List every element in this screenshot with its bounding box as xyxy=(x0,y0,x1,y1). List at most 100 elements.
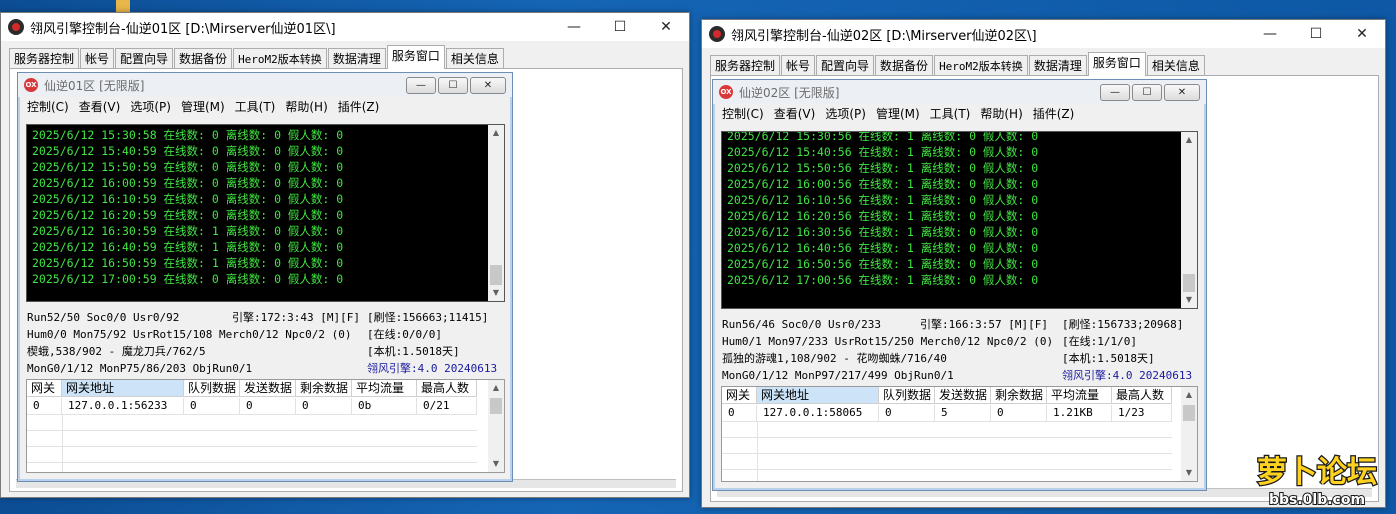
menu-options[interactable]: 选项(P) xyxy=(820,105,871,122)
tab-herom2-convert[interactable]: HeroM2版本转换 xyxy=(934,55,1028,76)
table-scrollbar[interactable]: ▲ ▼ xyxy=(1181,387,1197,481)
col-gateway[interactable]: 网关 xyxy=(722,387,757,404)
log-scrollbar[interactable]: ▲ ▼ xyxy=(488,125,504,301)
menu-help[interactable]: 帮助(H) xyxy=(975,105,1027,122)
cell-avg-traffic: 1.21KB xyxy=(1047,405,1112,421)
forum-watermark-logo: 萝卜论坛 bbs.0lb.com xyxy=(1256,454,1379,509)
log-line: 2025/6/12 17:00:56 在线数: 1 离线数: 0 假人数: 0 xyxy=(727,273,1039,287)
status-player: 孤独的游魂1,108/902 - 花吻蜘蛛/716/40 xyxy=(722,352,947,365)
gateway-table[interactable]: 网关 网关地址 队列数据 发送数据 剩余数据 平均流量 最高人数 0 127.0… xyxy=(26,379,505,473)
col-queue-data[interactable]: 队列数据 xyxy=(879,387,935,404)
grid-line xyxy=(27,414,477,415)
inner-maximize-button[interactable]: ☐ xyxy=(1132,84,1162,101)
status-hum: Hum0/0 Mon75/92 UsrRot15/108 Merch0/12 N… xyxy=(27,328,352,341)
tab-config-wizard[interactable]: 配置向导 xyxy=(115,48,174,69)
menu-tools[interactable]: 工具(T) xyxy=(230,98,281,115)
col-send-data[interactable]: 发送数据 xyxy=(935,387,991,404)
menu-plugins[interactable]: 插件(Z) xyxy=(333,98,385,115)
gateway-table[interactable]: 网关 网关地址 队列数据 发送数据 剩余数据 平均流量 最高人数 0 127.0… xyxy=(721,386,1198,482)
col-avg-traffic[interactable]: 平均流量 xyxy=(1047,387,1112,404)
status-online: [在线:1/1/0] xyxy=(1062,335,1137,348)
menu-manage[interactable]: 管理(M) xyxy=(871,105,925,122)
tab-data-cleanup[interactable]: 数据清理 xyxy=(1028,55,1087,76)
window-title: 翎风引擎控制台-仙逆02区 [D:\Mirserver仙逆02区\] xyxy=(731,28,1037,44)
menu-view[interactable]: 查看(V) xyxy=(769,105,821,122)
col-send-data[interactable]: 发送数据 xyxy=(240,380,296,397)
scroll-up-icon[interactable]: ▲ xyxy=(488,125,504,141)
minimize-button[interactable]: — xyxy=(551,13,597,41)
inner-minimize-button[interactable]: — xyxy=(1100,84,1130,101)
maximize-button[interactable]: ☐ xyxy=(597,13,643,41)
scroll-thumb[interactable] xyxy=(490,398,502,414)
col-gateway-address[interactable]: 网关地址 xyxy=(757,387,879,404)
col-max-users[interactable]: 最高人数 xyxy=(417,380,477,397)
menu-help[interactable]: 帮助(H) xyxy=(280,98,332,115)
inner-maximize-button[interactable]: ☐ xyxy=(438,77,468,94)
inner-title-bar[interactable]: OX 仙逆02区 [无限版] — ☐ ✕ xyxy=(713,80,1206,104)
scroll-down-icon[interactable]: ▼ xyxy=(488,285,504,301)
scroll-thumb[interactable] xyxy=(1183,274,1195,292)
menu-control[interactable]: 控制(C) xyxy=(717,105,769,122)
tab-data-backup[interactable]: 数据备份 xyxy=(174,48,233,69)
tab-config-wizard[interactable]: 配置向导 xyxy=(816,55,875,76)
menu-manage[interactable]: 管理(M) xyxy=(176,98,230,115)
menu-control[interactable]: 控制(C) xyxy=(22,98,74,115)
scroll-thumb[interactable] xyxy=(1183,405,1195,421)
scroll-up-icon[interactable]: ▲ xyxy=(488,380,504,396)
tab-service-window[interactable]: 服务窗口 xyxy=(1087,52,1146,76)
app-logo-icon xyxy=(8,19,24,35)
game-server-window-1[interactable]: OX 仙逆01区 [无限版] — ☐ ✕ 控制(C) 查看(V) 选项(P) 管… xyxy=(17,72,513,482)
game-server-window-2[interactable]: OX 仙逆02区 [无限版] — ☐ ✕ 控制(C) 查看(V) 选项(P) 管… xyxy=(712,79,1207,491)
col-gateway-address[interactable]: 网关地址 xyxy=(62,380,184,397)
log-console[interactable]: 2025/6/12 15:30:58 在线数: 0 离线数: 0 假人数: 0 … xyxy=(26,124,505,302)
engine-version: 翎风引擎:4.0 20240613 xyxy=(367,362,498,375)
tab-account[interactable]: 帐号 xyxy=(80,48,115,69)
scroll-thumb[interactable] xyxy=(490,265,502,285)
log-line: 2025/6/12 16:40:59 在线数: 1 离线数: 0 假人数: 0 xyxy=(32,240,344,254)
tab-account[interactable]: 帐号 xyxy=(781,55,816,76)
grid-col-line xyxy=(757,421,758,481)
col-queue-data[interactable]: 队列数据 xyxy=(184,380,240,397)
tab-server-control[interactable]: 服务器控制 xyxy=(9,48,80,69)
inner-minimize-button[interactable]: — xyxy=(406,77,436,94)
scroll-up-icon[interactable]: ▲ xyxy=(1181,132,1197,148)
tab-data-cleanup[interactable]: 数据清理 xyxy=(327,48,386,69)
status-panel: Run56/46 Soc0/0 Usr0/233 引擎:166:3:57 [M]… xyxy=(722,316,1200,386)
minimize-button[interactable]: — xyxy=(1247,20,1293,48)
tab-herom2-convert[interactable]: HeroM2版本转换 xyxy=(233,48,327,69)
log-console[interactable]: 2025/6/12 15:30:56 在线数: 1 离线数: 0 假人数: 0 … xyxy=(721,131,1198,309)
tab-server-control[interactable]: 服务器控制 xyxy=(710,55,781,76)
col-gateway[interactable]: 网关 xyxy=(27,380,62,397)
status-hum: Hum0/1 Mon97/233 UsrRot15/250 Merch0/12 … xyxy=(722,335,1054,348)
menu-options[interactable]: 选项(P) xyxy=(125,98,176,115)
scroll-down-icon[interactable]: ▼ xyxy=(1181,465,1197,481)
status-mon: MonG0/1/12 MonP97/217/499 ObjRun0/1 xyxy=(722,369,954,382)
inner-title-bar[interactable]: OX 仙逆01区 [无限版] — ☐ ✕ xyxy=(18,73,512,97)
tab-about[interactable]: 相关信息 xyxy=(445,48,504,69)
title-bar[interactable]: 翎风引擎控制台-仙逆01区 [D:\Mirserver仙逆01区\] — ☐ ✕ xyxy=(1,13,689,41)
col-remaining-data[interactable]: 剩余数据 xyxy=(296,380,352,397)
tab-service-window[interactable]: 服务窗口 xyxy=(386,45,445,69)
tab-about[interactable]: 相关信息 xyxy=(1146,55,1205,76)
menu-plugins[interactable]: 插件(Z) xyxy=(1028,105,1080,122)
inner-close-button[interactable]: ✕ xyxy=(470,77,506,94)
close-button[interactable]: ✕ xyxy=(1339,20,1385,48)
log-line: 2025/6/12 16:30:56 在线数: 1 离线数: 0 假人数: 0 xyxy=(727,225,1039,239)
menu-bar: 控制(C) 查看(V) 选项(P) 管理(M) 工具(T) 帮助(H) 插件(Z… xyxy=(22,97,384,115)
log-scrollbar[interactable]: ▲ ▼ xyxy=(1181,132,1197,308)
scroll-up-icon[interactable]: ▲ xyxy=(1181,387,1197,403)
col-remaining-data[interactable]: 剩余数据 xyxy=(991,387,1047,404)
menu-view[interactable]: 查看(V) xyxy=(74,98,126,115)
scroll-down-icon[interactable]: ▼ xyxy=(1181,292,1197,308)
col-max-users[interactable]: 最高人数 xyxy=(1112,387,1172,404)
title-bar[interactable]: 翎风引擎控制台-仙逆02区 [D:\Mirserver仙逆02区\] — ☐ ✕ xyxy=(702,20,1385,48)
inner-close-button[interactable]: ✕ xyxy=(1164,84,1200,101)
menu-tools[interactable]: 工具(T) xyxy=(925,105,976,122)
grid-line xyxy=(27,446,477,447)
col-avg-traffic[interactable]: 平均流量 xyxy=(352,380,417,397)
close-button[interactable]: ✕ xyxy=(643,13,689,41)
maximize-button[interactable]: ☐ xyxy=(1293,20,1339,48)
table-scrollbar[interactable]: ▲ ▼ xyxy=(488,380,504,472)
scroll-down-icon[interactable]: ▼ xyxy=(488,456,504,472)
tab-data-backup[interactable]: 数据备份 xyxy=(875,55,934,76)
